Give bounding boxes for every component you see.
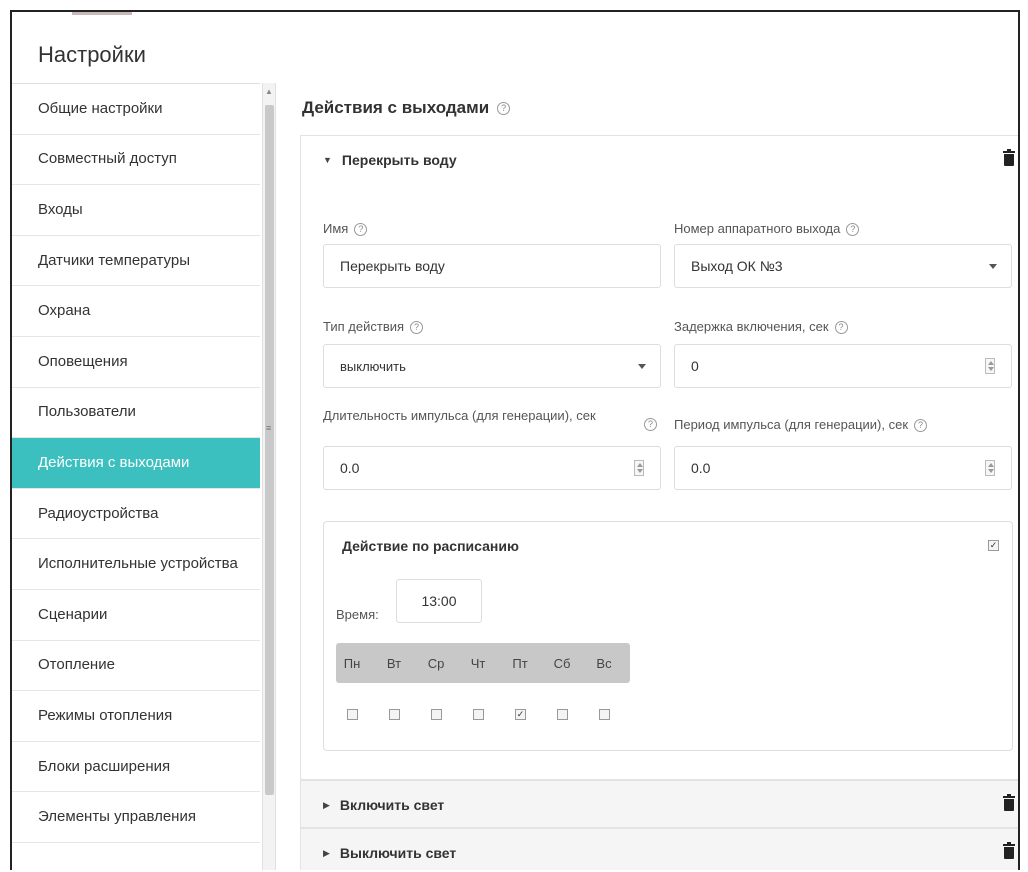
scroll-thumb[interactable] (265, 105, 274, 795)
name-label: Имя? (323, 221, 368, 237)
trash-icon[interactable] (1003, 842, 1015, 859)
day-checkbox-fri[interactable] (515, 709, 526, 720)
caret-down-icon: ▼ (323, 155, 332, 165)
pulse-period-value: 0.0 (691, 460, 711, 476)
trash-icon[interactable] (1003, 794, 1015, 811)
trash-icon[interactable] (1003, 149, 1015, 166)
sidebar-item-temperature-sensors[interactable]: Датчики температуры (12, 236, 260, 287)
sidebar-scrollbar[interactable]: ▲ ≡ (262, 83, 276, 870)
day-checkbox-sat[interactable] (557, 709, 568, 720)
scroll-grip-icon: ≡ (266, 423, 272, 433)
day-label-tue: Вт (386, 656, 402, 671)
output-select[interactable]: Выход ОК №3 (674, 244, 1012, 288)
action-panel-collapsed[interactable]: ▶ Включить свет (300, 780, 1018, 829)
day-checkbox-mon[interactable] (347, 709, 358, 720)
help-icon[interactable]: ? (846, 223, 860, 237)
action-panel-header[interactable]: ▶ Включить свет (301, 781, 1018, 829)
pulse-period-label: Период импульса (для генерации), сек? (674, 417, 928, 433)
sidebar-item-expansion-units[interactable]: Блоки расширения (12, 742, 260, 793)
day-checkbox-tue[interactable] (389, 709, 400, 720)
day-label-thu: Чт (470, 656, 486, 671)
chevron-down-icon (638, 364, 646, 369)
output-label: Номер аппаратного выхода? (674, 221, 860, 237)
weekday-header: Пн Вт Ср Чт Пт Сб Вс (336, 643, 630, 683)
help-icon[interactable]: ? (644, 418, 657, 431)
action-panel-header[interactable]: ▼ Перекрыть воду (301, 136, 1018, 184)
pulse-duration-value: 0.0 (340, 460, 360, 476)
output-select-value: Выход ОК №3 (691, 258, 783, 274)
action-type-label: Тип действия? (323, 319, 424, 335)
top-accent (72, 12, 132, 15)
delay-value: 0 (691, 358, 699, 374)
sidebar-item-shared-access[interactable]: Совместный доступ (12, 135, 260, 186)
chevron-down-icon (989, 264, 997, 269)
day-checkbox-wed[interactable] (431, 709, 442, 720)
section-title: Действия с выходами ? (302, 98, 511, 118)
sidebar-item-heating-modes[interactable]: Режимы отопления (12, 691, 260, 742)
action-title: Включить свет (339, 797, 445, 813)
name-input[interactable]: Перекрыть воду (323, 244, 661, 288)
time-input[interactable]: 13:00 (396, 579, 482, 623)
delay-input[interactable]: 0 (674, 344, 1012, 388)
sidebar-item-general[interactable]: Общие настройки (12, 84, 260, 135)
delay-label: Задержка включения, сек? (674, 319, 848, 335)
sidebar-item-output-actions[interactable]: Действия с выходами (12, 438, 260, 489)
sidebar-item-controls[interactable]: Элементы управления (12, 792, 260, 843)
sidebar-item-radio-devices[interactable]: Радиоустройства (12, 489, 260, 540)
sidebar-item-notifications[interactable]: Оповещения (12, 337, 260, 388)
help-icon[interactable]: ? (834, 321, 848, 335)
action-type-select[interactable]: выключить (323, 344, 661, 388)
action-title: Выключить свет (339, 845, 457, 861)
pulse-duration-label: Длительность импульса (для генерации), с… (323, 408, 596, 423)
help-icon[interactable]: ? (914, 419, 928, 433)
caret-right-icon: ▶ (323, 847, 330, 858)
action-panel-header[interactable]: ▶ Выключить свет (301, 829, 1018, 870)
help-icon[interactable]: ? (410, 321, 424, 335)
spinner-icon[interactable] (985, 358, 995, 374)
section-title-text: Действия с выходами (302, 98, 490, 117)
help-icon[interactable]: ? (497, 101, 511, 115)
sidebar-item-heating[interactable]: Отопление (12, 641, 260, 692)
scroll-up-arrow-icon[interactable]: ▲ (265, 87, 273, 96)
action-panel-collapsed[interactable]: ▶ Выключить свет (300, 828, 1018, 870)
action-title: Перекрыть воду (341, 152, 457, 168)
spinner-icon[interactable] (634, 460, 644, 476)
day-label-wed: Ср (427, 656, 445, 671)
day-label-mon: Пн (343, 656, 361, 671)
day-checkbox-sun[interactable] (599, 709, 610, 720)
day-label-sun: Вс (596, 656, 612, 671)
page-title: Настройки (38, 42, 146, 67)
spinner-icon[interactable] (985, 460, 995, 476)
day-checkbox-thu[interactable] (473, 709, 484, 720)
caret-right-icon: ▶ (323, 799, 330, 810)
day-label-fri: Пт (512, 656, 528, 671)
sidebar-item-inputs[interactable]: Входы (12, 185, 260, 236)
sidebar-item-actuators[interactable]: Исполнительные устройства (12, 539, 260, 590)
action-type-value: выключить (340, 358, 406, 374)
pulse-period-input[interactable]: 0.0 (674, 446, 1012, 490)
sidebar-item-users[interactable]: Пользователи (12, 388, 260, 439)
pulse-duration-input[interactable]: 0.0 (323, 446, 661, 490)
sidebar-item-security[interactable]: Охрана (12, 286, 260, 337)
sidebar-item-scenarios[interactable]: Сценарии (12, 590, 260, 641)
settings-window: Настройки Общие настройки Совместный дос… (10, 10, 1020, 870)
schedule-card: Действие по расписанию Время: 13:00 Пн В… (323, 521, 1013, 751)
day-label-sat: Сб (553, 656, 571, 671)
action-panel-expanded: ▼ Перекрыть воду Имя? Перекрыть воду Ном… (300, 135, 1018, 780)
schedule-title: Действие по расписанию (342, 538, 519, 554)
time-label: Время: (336, 607, 379, 622)
sidebar: Общие настройки Совместный доступ Входы … (12, 83, 260, 870)
schedule-enabled-checkbox[interactable] (988, 540, 999, 551)
help-icon[interactable]: ? (354, 223, 368, 237)
